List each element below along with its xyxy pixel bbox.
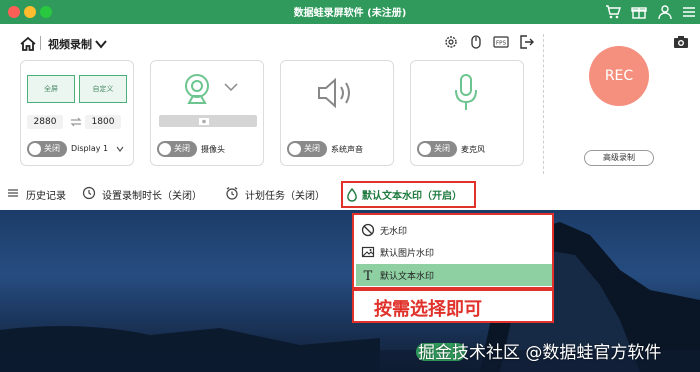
image-icon — [361, 246, 375, 258]
rec-button[interactable]: REC — [589, 46, 649, 106]
home-icon[interactable] — [20, 36, 36, 52]
camera-preview-bar — [159, 115, 257, 127]
toggle-knob — [159, 143, 171, 155]
display-select[interactable]: Display 1 — [71, 144, 108, 153]
microphone-icon — [455, 74, 477, 110]
link-icon[interactable] — [69, 116, 83, 128]
chevron-down-icon[interactable] — [115, 145, 125, 153]
microphone-card: 关闭 麦克风 — [410, 60, 524, 166]
list-icon[interactable] — [6, 186, 20, 200]
mouse-icon[interactable] — [468, 34, 484, 50]
toggle-knob — [289, 143, 301, 155]
overlay-watermark: 掘金技术社区 @数据蛙官方软件 — [418, 343, 662, 363]
no-icon — [361, 223, 375, 237]
camera-icon[interactable] — [673, 34, 689, 50]
record-duration-button[interactable]: 设置录制时长（关闭） — [102, 187, 202, 202]
title-bar: 数据蛙录屏软件 (未注册) — [0, 0, 700, 24]
toggle-knob — [419, 143, 431, 155]
cart-icon[interactable] — [604, 3, 622, 21]
gear-icon[interactable] — [443, 34, 459, 50]
annotation-text: 按需选择即可 — [374, 299, 482, 320]
divider — [40, 36, 41, 50]
chevron-down-icon[interactable] — [94, 37, 108, 51]
divider — [543, 34, 544, 174]
camera-label: 摄像头 — [201, 145, 225, 154]
system-audio-toggle[interactable]: 关闭 — [287, 141, 327, 157]
scheduled-task-button[interactable]: 计划任务（关闭） — [245, 187, 325, 202]
width-input[interactable]: 2880 — [27, 115, 63, 129]
menu-icon[interactable] — [680, 3, 698, 21]
screen-card: 全屏 自定义 2880 1800 关闭 Display 1 — [20, 60, 134, 166]
exit-icon[interactable] — [518, 34, 534, 50]
history-button[interactable]: 历史记录 — [26, 187, 66, 202]
window-title: 数据蛙录屏软件 (未注册) — [293, 8, 407, 19]
svg-text:FPS: FPS — [496, 41, 506, 47]
svg-text:T: T — [364, 269, 373, 282]
camera-icon — [199, 118, 209, 125]
clock-icon[interactable] — [82, 186, 96, 200]
custom-area-button[interactable]: 自定义 — [79, 75, 127, 103]
microphone-toggle[interactable]: 关闭 — [417, 141, 457, 157]
chevron-down-icon[interactable] — [223, 81, 239, 93]
camera-toggle[interactable]: 关闭 — [157, 141, 197, 157]
height-input[interactable]: 1800 — [85, 115, 121, 129]
gift-icon[interactable] — [630, 3, 648, 21]
menu-item-text-watermark[interactable]: T 默认文本水印 — [356, 264, 552, 286]
alarm-clock-icon[interactable] — [225, 186, 239, 200]
text-icon: T — [364, 269, 373, 282]
webcam-icon — [185, 74, 209, 104]
screen-toggle[interactable]: 关闭 — [27, 141, 67, 157]
watermark-dropdown: 无水印 默认图片水印 T 默认文本水印 — [352, 213, 554, 289]
fullscreen-button[interactable]: 全屏 — [27, 75, 75, 103]
speaker-icon — [318, 77, 350, 109]
toggle-knob — [29, 143, 41, 155]
mode-label[interactable]: 视频录制 — [48, 36, 92, 52]
menu-item-no-watermark[interactable]: 无水印 — [356, 219, 552, 241]
camera-card: 关闭 摄像头 — [150, 60, 264, 166]
fps-icon[interactable]: FPS — [493, 34, 509, 50]
microphone-label: 麦克风 — [461, 145, 485, 154]
user-icon[interactable] — [656, 3, 674, 21]
annotation-box: 按需选择即可 — [352, 289, 554, 323]
watermark-highlight-box — [341, 181, 476, 208]
system-audio-label: 系统声音 — [331, 145, 363, 154]
system-audio-card: 关闭 系统声音 — [280, 60, 394, 166]
menu-item-image-watermark[interactable]: 默认图片水印 — [356, 241, 552, 263]
advanced-record-button[interactable]: 高级录制 — [584, 150, 654, 166]
